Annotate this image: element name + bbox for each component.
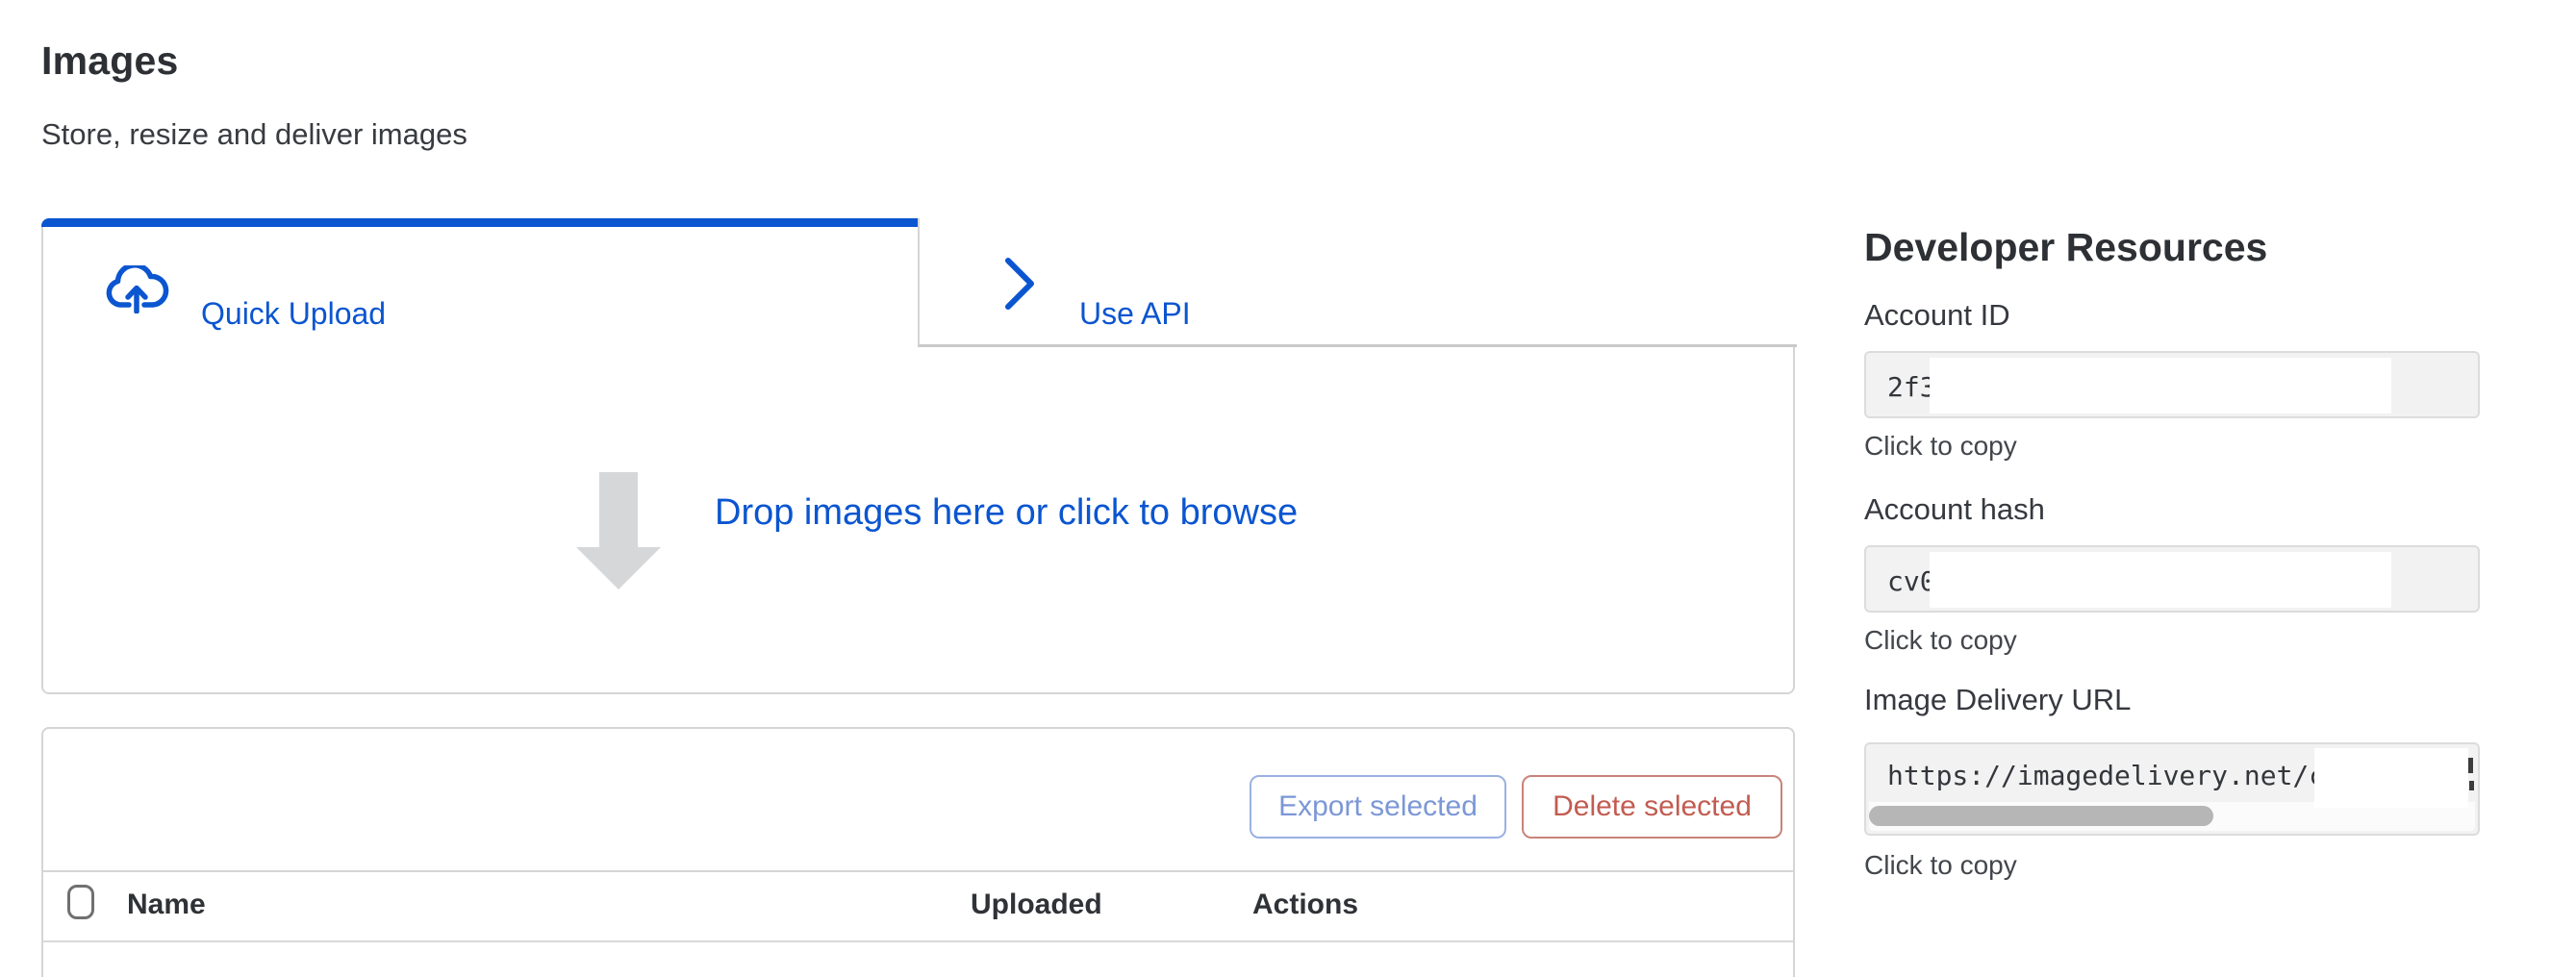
image-dropzone[interactable]: Drop images here or click to browse — [43, 347, 1793, 692]
account-hash-field[interactable]: cv0J — [1864, 545, 2480, 613]
url-scrollbar-thumb[interactable] — [1869, 806, 2213, 826]
images-page: { "page": { "title": "Images", "subtitle… — [0, 0, 2576, 954]
image-delivery-url-copy-hint: Click to copy — [1864, 850, 2017, 881]
toolbar-divider — [43, 870, 1793, 872]
upload-panel: Quick Upload Use API Drop images here or… — [41, 218, 1795, 694]
clipped-character-fragment — [2469, 781, 2474, 790]
column-header-uploaded: Uploaded — [971, 889, 1102, 921]
account-id-copy-hint: Click to copy — [1864, 431, 2017, 462]
select-all-checkbox[interactable] — [67, 885, 94, 919]
tab-quick-upload-label: Quick Upload — [201, 296, 386, 332]
redaction-overlay — [1930, 552, 2391, 608]
column-header-actions: Actions — [1252, 889, 1358, 921]
cloud-upload-icon — [104, 265, 169, 313]
developer-resources-title: Developer Resources — [1864, 225, 2267, 270]
page-subtitle: Store, resize and deliver images — [41, 117, 467, 152]
tab-use-api[interactable]: Use API — [918, 218, 1797, 347]
account-hash-label: Account hash — [1864, 492, 2045, 527]
export-selected-button[interactable]: Export selected — [1250, 775, 1506, 839]
column-header-name: Name — [127, 889, 206, 921]
redaction-overlay — [1930, 358, 2391, 413]
delete-selected-button[interactable]: Delete selected — [1522, 775, 1782, 839]
tab-quick-upload[interactable]: Quick Upload — [43, 220, 918, 347]
clipped-character-fragment — [2468, 758, 2473, 773]
image-delivery-url-label: Image Delivery URL — [1864, 683, 2131, 717]
dropzone-label: Drop images here or click to browse — [715, 492, 1298, 534]
page-title: Images — [41, 38, 179, 84]
header-row-divider — [43, 940, 1793, 942]
image-delivery-url-field[interactable]: https://imagedelivery.net/cv0JS — [1864, 742, 2480, 836]
images-table-card: Export selected Delete selected Name Upl… — [41, 727, 1795, 977]
redaction-overlay — [2314, 748, 2468, 808]
chevron-right-icon — [1002, 256, 1037, 312]
account-id-field[interactable]: 2f3d — [1864, 351, 2480, 418]
tab-use-api-label: Use API — [1079, 296, 1191, 332]
account-id-label: Account ID — [1864, 298, 2010, 333]
account-hash-copy-hint: Click to copy — [1864, 625, 2017, 656]
